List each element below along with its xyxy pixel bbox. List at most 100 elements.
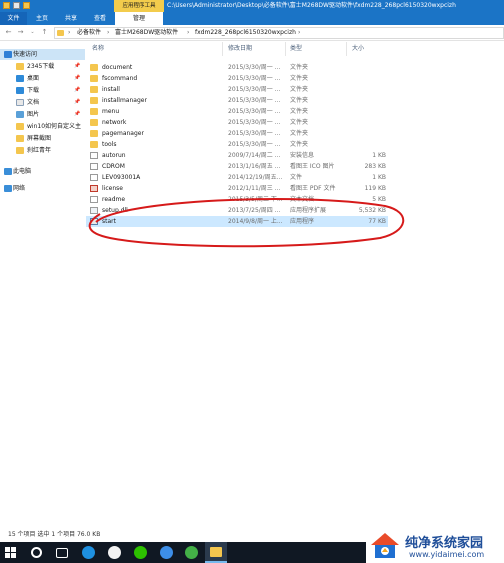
nav-quick-access[interactable]: 快速访问 bbox=[0, 49, 85, 60]
text-file-icon bbox=[90, 196, 98, 203]
new-folder-icon[interactable] bbox=[23, 2, 30, 9]
up-icon[interactable]: ↑ bbox=[40, 28, 49, 37]
pin-icon[interactable]: 📌 bbox=[74, 73, 80, 84]
qq-icon[interactable] bbox=[108, 546, 121, 559]
tab-manage[interactable]: 管理 bbox=[115, 12, 163, 25]
file-name: installmanager bbox=[102, 97, 147, 104]
nav-item-downloads[interactable]: 下载 📌 bbox=[0, 85, 85, 96]
recent-dropdown-icon[interactable]: ⌄ bbox=[28, 28, 37, 37]
download-manager-icon[interactable] bbox=[185, 546, 198, 559]
file-row[interactable]: tools 2015/3/30/周一 ... 文件夹 bbox=[86, 139, 388, 150]
file-name: LEV093001A bbox=[102, 174, 141, 181]
nav-label: 屏幕截图 bbox=[27, 135, 52, 142]
file-list: 名称 修改日期 类型 大小 document 2015/3/30/周一 ... 文件… bbox=[86, 42, 504, 522]
pin-icon[interactable]: 📌 bbox=[74, 61, 80, 72]
breadcrumb-item[interactable]: 必备软件 bbox=[77, 28, 101, 38]
nav-network[interactable]: 网络 bbox=[0, 183, 85, 194]
breadcrumb-item[interactable]: 富士M268DW驱动软件 bbox=[115, 28, 178, 38]
file-size: 1 KB bbox=[372, 174, 386, 181]
tab-home[interactable]: 主页 bbox=[28, 12, 56, 25]
watermark-logo: 纯净系统家园 www.yidaimei.com bbox=[366, 528, 504, 563]
explorer-taskbar-button[interactable] bbox=[205, 542, 227, 563]
file-row[interactable]: fscommand 2015/3/30/周一 ... 文件夹 bbox=[86, 73, 388, 84]
file-date: 2012/1/11/周三 ... bbox=[228, 185, 281, 192]
nav-item-documents[interactable]: 文档 📌 bbox=[0, 97, 85, 108]
tab-share[interactable]: 共享 bbox=[57, 12, 85, 25]
file-type: 文件夹 bbox=[290, 86, 309, 93]
column-divider[interactable] bbox=[222, 42, 223, 56]
file-row[interactable]: setup.dll 2013/7/25/周四 ... 应用程序扩展 5,532 KB bbox=[86, 205, 388, 216]
task-view-icon[interactable] bbox=[56, 548, 68, 558]
forward-icon[interactable]: → bbox=[16, 28, 25, 37]
breadcrumb-separator: › bbox=[107, 29, 110, 36]
pin-icon[interactable]: 📌 bbox=[74, 97, 80, 108]
file-size: 1 KB bbox=[372, 152, 386, 159]
nav-item-win10-folder[interactable]: win10如何自定义主 bbox=[0, 121, 85, 132]
nav-label: 下载 bbox=[27, 87, 40, 94]
context-tab-app-tools[interactable]: 应用程序工具 bbox=[114, 0, 164, 12]
file-row-selected[interactable]: start 2014/9/8/周一 上... 应用程序 77 KB bbox=[86, 216, 388, 227]
nav-item-2345-download[interactable]: 2345下载 📌 bbox=[0, 61, 85, 72]
file-date: 2013/1/16/周五 ... bbox=[228, 163, 281, 170]
windows-start-icon[interactable] bbox=[5, 547, 16, 558]
file-name: autorun bbox=[102, 152, 126, 159]
folder-icon bbox=[90, 141, 98, 148]
search-icon[interactable] bbox=[31, 547, 42, 558]
nav-label: 此电脑 bbox=[13, 168, 32, 175]
file-name: license bbox=[102, 185, 123, 192]
column-divider[interactable] bbox=[346, 42, 347, 56]
column-header-type[interactable]: 类型 bbox=[290, 42, 302, 56]
wechat-icon[interactable] bbox=[134, 546, 147, 559]
tab-view[interactable]: 查看 bbox=[86, 12, 114, 25]
file-row[interactable]: menu 2015/3/30/周一 ... 文件夹 bbox=[86, 106, 388, 117]
explorer-window: 应用程序工具 C:\Users\Administrator\Desktop\必备… bbox=[0, 0, 504, 563]
folder-icon bbox=[90, 130, 98, 137]
folder-icon bbox=[90, 64, 98, 71]
folder-icon bbox=[16, 63, 24, 70]
pin-icon[interactable]: 📌 bbox=[74, 85, 80, 96]
file-row[interactable]: CDROM 2013/1/16/周五 ... 看图王 ICO 图片 283 KB bbox=[86, 161, 388, 172]
folder-icon bbox=[16, 123, 24, 130]
file-row[interactable]: document 2015/3/30/周一 ... 文件夹 bbox=[86, 62, 388, 73]
file-type: 文件夹 bbox=[290, 141, 309, 148]
file-row[interactable]: readme 2015/3/5/周二 下... 文本文档 5 KB bbox=[86, 194, 388, 205]
properties-icon[interactable] bbox=[13, 2, 20, 9]
file-date: 2015/3/5/周二 下... bbox=[228, 196, 283, 203]
pin-icon[interactable]: 📌 bbox=[74, 109, 80, 120]
file-name: install bbox=[102, 86, 120, 93]
nav-this-pc[interactable]: 此电脑 bbox=[0, 166, 85, 177]
file-row[interactable]: pagemanager 2015/3/30/周一 ... 文件夹 bbox=[86, 128, 388, 139]
folder-icon[interactable] bbox=[3, 2, 10, 9]
back-icon[interactable]: ← bbox=[4, 28, 13, 37]
quick-access-toolbar bbox=[3, 2, 30, 9]
title-bar: 应用程序工具 C:\Users\Administrator\Desktop\必备… bbox=[0, 0, 504, 12]
file-row[interactable]: autorun 2009/7/14/周二 ... 安装信息 1 KB bbox=[86, 150, 388, 161]
column-divider[interactable] bbox=[285, 42, 286, 56]
nav-item-pictures[interactable]: 图片 📌 bbox=[0, 109, 85, 120]
file-name: menu bbox=[102, 108, 120, 115]
file-row[interactable]: installmanager 2015/3/30/周一 ... 文件夹 bbox=[86, 95, 388, 106]
column-header-name[interactable]: 名称 bbox=[92, 42, 104, 56]
file-type: 看图王 PDF 文件 bbox=[290, 185, 336, 192]
file-row[interactable]: LEV093001A 2014/12/19/周五... 文件 1 KB bbox=[86, 172, 388, 183]
setup-info-icon bbox=[90, 152, 98, 159]
address-bar[interactable]: › 必备软件 › 富士M268DW驱动软件 › fxdm228_268pcl61… bbox=[54, 27, 504, 39]
column-header-date[interactable]: 修改日期 bbox=[228, 42, 252, 56]
file-row[interactable]: install 2015/3/30/周一 ... 文件夹 bbox=[86, 84, 388, 95]
nav-item-desktop[interactable]: 桌面 📌 bbox=[0, 73, 85, 84]
tab-file[interactable]: 文件 bbox=[0, 12, 27, 25]
column-header-size[interactable]: 大小 bbox=[352, 42, 364, 56]
nav-label: 网络 bbox=[13, 185, 26, 192]
file-size: 5,532 KB bbox=[358, 207, 386, 214]
ie-browser-icon[interactable] bbox=[82, 546, 95, 559]
nav-item-screenshots[interactable]: 屏幕截图 bbox=[0, 133, 85, 144]
file-name: tools bbox=[102, 141, 117, 148]
app-icon[interactable] bbox=[160, 546, 173, 559]
nav-item-folder[interactable]: 刹红青年 bbox=[0, 145, 85, 156]
file-type: 文件夹 bbox=[290, 119, 309, 126]
file-row[interactable]: network 2015/3/30/周一 ... 文件夹 bbox=[86, 117, 388, 128]
nav-label: 刹红青年 bbox=[27, 147, 52, 154]
file-row[interactable]: license 2012/1/11/周三 ... 看图王 PDF 文件 119 KB bbox=[86, 183, 388, 194]
nav-label: 图片 bbox=[27, 111, 40, 118]
breadcrumb-item[interactable]: fxdm228_268pcl6150320wxpcizh bbox=[195, 28, 296, 38]
